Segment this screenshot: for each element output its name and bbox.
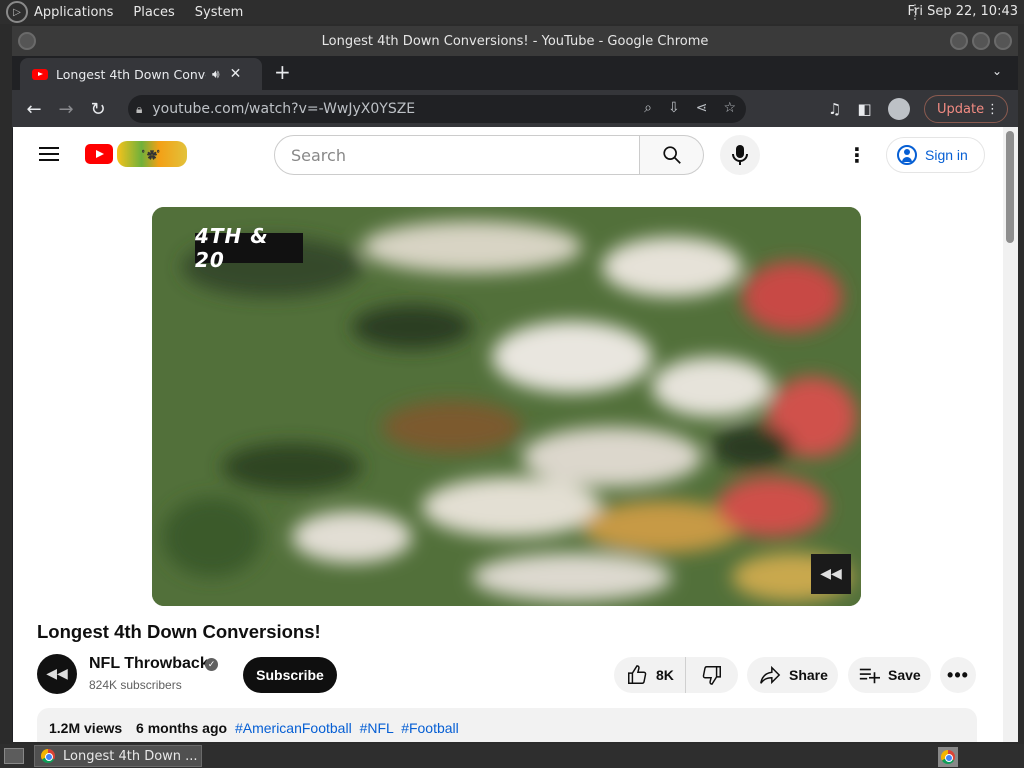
description-box[interactable]: 1.2M views 6 months ago #AmericanFootbal… — [37, 708, 977, 742]
taskbar-window-button[interactable]: Longest 4th Down ... — [34, 745, 202, 767]
maximize-icon[interactable] — [972, 32, 990, 50]
side-panel-icon[interactable]: ◧ — [857, 100, 871, 118]
chrome-icon — [941, 750, 955, 764]
back-arrow-icon[interactable]: ← — [18, 99, 50, 120]
search-icon — [662, 146, 681, 164]
tab-strip: Longest 4th Down Conversions! - YouTube … — [12, 56, 1018, 90]
save-label: Save — [888, 667, 921, 683]
menu-system[interactable]: System — [195, 5, 243, 20]
thumbs-up-icon — [628, 665, 647, 684]
search-placeholder: Search — [291, 145, 346, 165]
voice-search-button[interactable] — [720, 135, 760, 175]
profile-avatar-icon[interactable] — [887, 98, 910, 120]
score-overlay: 4TH & 20 — [195, 224, 303, 272]
channel-watermark-icon[interactable]: ◀◀ — [811, 554, 851, 594]
menu-applications[interactable]: Applications — [34, 5, 113, 20]
sign-in-label: Sign in — [925, 147, 968, 163]
share-button[interactable]: Share — [747, 657, 838, 693]
taskbar-window-label: Longest 4th Down ... — [63, 748, 198, 764]
upload-age: 6 months ago — [136, 720, 228, 736]
tab-youtube[interactable]: Longest 4th Down Conversions! - YouTube … — [20, 58, 262, 90]
show-desktop-icon[interactable] — [4, 748, 24, 764]
close-window-icon[interactable] — [994, 32, 1012, 50]
tab-close-icon[interactable]: ✕ — [230, 66, 242, 82]
youtube-favicon-icon — [32, 68, 48, 80]
tab-title: Longest 4th Down Conversions! - YouTube — [56, 66, 206, 82]
toolbar-actions: ♫ ◧ — [828, 98, 910, 120]
update-label: Update — [937, 101, 985, 117]
browser-toolbar: ← → ↻ 🔒︎ youtube.com/watch?v=-WwJyX0YSZE… — [12, 90, 1018, 128]
install-icon[interactable]: ⇩ — [668, 100, 680, 116]
bottom-taskbar: Longest 4th Down ... — [0, 744, 1024, 768]
search-button[interactable] — [640, 135, 704, 175]
zoom-icon[interactable]: ⌕ — [644, 100, 652, 116]
share-label: Share — [789, 667, 828, 683]
media-controls-icon[interactable]: ♫ — [828, 100, 841, 118]
share-page-icon[interactable]: ⋖ — [696, 100, 708, 116]
tray-chrome-icon[interactable] — [938, 747, 958, 767]
new-tab-button[interactable]: + — [274, 60, 291, 84]
youtube-doodle-logo[interactable]: ﾟ✿ﾟ — [117, 141, 187, 167]
update-button[interactable]: Update ⋮ — [924, 95, 1008, 123]
window-titlebar[interactable]: Longest 4th Down Conversions! - YouTube … — [12, 26, 1018, 56]
speaker-icon[interactable]: 🔊︎ — [212, 67, 220, 82]
page-scrollbar[interactable] — [1003, 127, 1018, 742]
subscribe-button[interactable]: Subscribe — [243, 657, 337, 693]
share-arrow-icon — [760, 665, 781, 685]
url-text[interactable]: youtube.com/watch?v=-WwJyX0YSZE — [152, 101, 415, 117]
clock[interactable]: Fri Sep 22, 10:43 — [907, 4, 1018, 19]
more-actions-icon[interactable]: ••• — [940, 657, 976, 693]
window-menu-icon[interactable] — [18, 32, 36, 50]
system-top-panel: ▷ Applications Places System Fri Sep 22,… — [0, 0, 1024, 24]
sign-in-button[interactable]: Sign in — [886, 137, 985, 173]
lock-icon[interactable]: 🔒︎ — [136, 102, 142, 117]
youtube-header: ﾟ✿ﾟ Search ⋮ Sign in — [13, 127, 1003, 183]
search-input[interactable]: Search — [274, 135, 640, 175]
distro-logo-icon[interactable]: ▷ — [6, 1, 28, 23]
save-button[interactable]: Save — [848, 657, 931, 693]
hashtag-link[interactable]: #AmericanFootball — [235, 720, 352, 736]
menu-places[interactable]: Places — [133, 5, 174, 20]
channel-name[interactable]: NFL Throwback — [89, 655, 209, 673]
browser-window: Longest 4th Down Conversions! - YouTube … — [12, 26, 1018, 742]
thumbs-down-icon — [702, 666, 721, 685]
view-count: 1.2M views — [49, 720, 123, 736]
hashtag-link[interactable]: #NFL — [360, 720, 394, 736]
channel-avatar[interactable]: ◀◀ — [37, 654, 77, 694]
hamburger-menu-icon[interactable] — [39, 147, 59, 161]
account-icon — [897, 145, 917, 165]
youtube-page: ﾟ✿ﾟ Search ⋮ Sign in 4TH & 20 ◀◀ Longest… — [13, 127, 1003, 742]
like-dislike-group: 8K — [614, 657, 738, 693]
forward-arrow-icon[interactable]: → — [50, 99, 82, 120]
address-bar[interactable]: 🔒︎ youtube.com/watch?v=-WwJyX0YSZE ⌕ ⇩ ⋖… — [128, 95, 746, 123]
chrome-menu-icon[interactable]: ⋮ — [986, 102, 999, 117]
video-player[interactable]: 4TH & 20 ◀◀ — [152, 207, 861, 606]
reload-icon[interactable]: ↻ — [82, 99, 114, 120]
playlist-add-icon — [859, 668, 880, 684]
hashtag-link[interactable]: #Football — [401, 720, 459, 736]
tab-search-chevron-icon[interactable]: ⌄ — [992, 64, 1002, 78]
video-title: Longest 4th Down Conversions! — [37, 621, 321, 642]
scrollbar-thumb[interactable] — [1006, 131, 1014, 243]
bookmark-star-icon[interactable]: ☆ — [723, 100, 736, 116]
minimize-icon[interactable] — [950, 32, 968, 50]
omnibox-actions: ⌕ ⇩ ⋖ ☆ — [644, 100, 736, 116]
window-title: Longest 4th Down Conversions! - YouTube … — [321, 33, 709, 49]
like-count: 8K — [656, 667, 674, 683]
youtube-logo-icon[interactable] — [85, 144, 113, 164]
subscriber-count: 824K subscribers — [89, 678, 182, 692]
chrome-icon — [41, 749, 55, 763]
settings-kebab-icon[interactable]: ⋮ — [847, 143, 867, 167]
verified-badge-icon: ✓ — [205, 658, 218, 671]
dislike-button[interactable] — [686, 657, 738, 693]
like-button[interactable]: 8K — [614, 657, 686, 693]
microphone-icon — [732, 145, 748, 165]
